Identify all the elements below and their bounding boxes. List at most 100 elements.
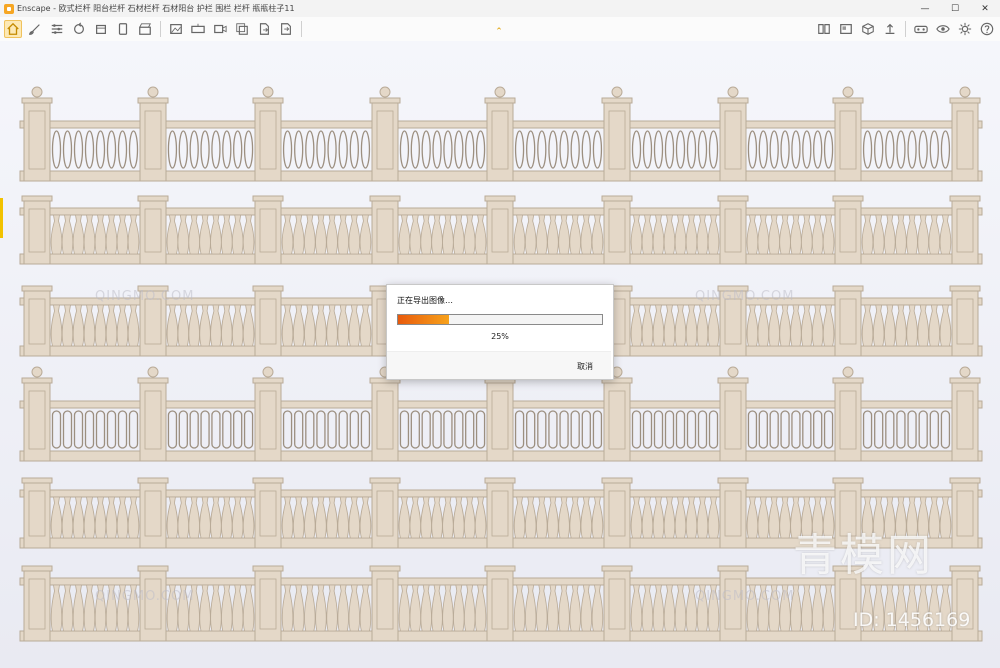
baluster: [221, 496, 233, 539]
brush-button[interactable]: [26, 20, 44, 38]
baluster: [779, 304, 791, 347]
post-ball: [31, 366, 43, 378]
baluster: [674, 584, 687, 632]
baluster: [675, 410, 686, 449]
export-progress-dialog: 正在导出图像… 25% 取消: [386, 284, 614, 380]
baluster: [292, 214, 305, 255]
post-cap: [369, 97, 401, 104]
baluster: [327, 130, 337, 169]
baluster: [802, 410, 812, 449]
baluster: [928, 214, 941, 255]
baluster: [242, 496, 255, 539]
baluster: [116, 214, 129, 255]
baluster: [641, 584, 654, 632]
image-export-button[interactable]: [167, 20, 185, 38]
baluster: [513, 496, 526, 539]
baluster: [779, 214, 791, 255]
collapse-toolbar-icon[interactable]: ⌃: [492, 27, 506, 37]
material-editor-button[interactable]: [837, 20, 855, 38]
baluster: [746, 496, 759, 539]
baluster: [463, 214, 476, 255]
baluster: [243, 410, 254, 449]
post-cap: [137, 565, 169, 572]
panorama-export-button[interactable]: [189, 20, 207, 38]
toolbar-left-group: [2, 19, 306, 39]
vr-headset-button[interactable]: [912, 20, 930, 38]
baluster: [570, 130, 580, 169]
post-cap: [252, 477, 284, 484]
home-button[interactable]: [4, 20, 22, 38]
baluster: [454, 130, 464, 169]
settings-gear-button[interactable]: [956, 20, 974, 38]
baluster: [178, 410, 188, 449]
post-ball: [31, 86, 43, 98]
baluster: [896, 130, 906, 169]
baluster: [432, 130, 442, 169]
batch-export-button[interactable]: [233, 20, 251, 38]
baluster: [641, 496, 654, 539]
baluster: [189, 130, 199, 169]
cube-button[interactable]: [859, 20, 877, 38]
baluster: [779, 496, 791, 539]
baluster: [61, 304, 74, 347]
eye-button[interactable]: [934, 20, 952, 38]
baluster: [707, 496, 720, 539]
baluster: [337, 304, 349, 347]
post-cap: [21, 195, 53, 202]
help-button[interactable]: [978, 20, 996, 38]
baluster: [465, 410, 475, 449]
baluster: [811, 304, 824, 347]
package-button[interactable]: [92, 20, 110, 38]
export-file-button[interactable]: [255, 20, 273, 38]
baluster: [166, 304, 179, 347]
post-cap: [832, 195, 864, 202]
post-cap: [601, 97, 633, 104]
baluster: [420, 214, 432, 255]
post-cap: [601, 565, 633, 572]
baluster: [95, 130, 106, 169]
cancel-button[interactable]: 取消: [577, 361, 593, 372]
settings-sliders-button[interactable]: [48, 20, 66, 38]
baluster: [747, 130, 758, 169]
baluster: [360, 410, 371, 449]
web-export-button[interactable]: [277, 20, 295, 38]
baluster: [940, 130, 951, 169]
baluster: [420, 496, 432, 539]
baluster: [696, 304, 709, 347]
baluster: [51, 410, 62, 449]
baluster: [558, 584, 570, 632]
post-ball: [147, 366, 159, 378]
upload-button[interactable]: [881, 20, 899, 38]
baluster: [758, 130, 768, 169]
baluster: [591, 584, 604, 632]
baluster: [294, 130, 304, 169]
baluster: [61, 214, 74, 255]
baluster: [410, 410, 420, 449]
railing-post: [603, 568, 631, 642]
clapperboard-button[interactable]: [136, 20, 154, 38]
baluster: [592, 130, 603, 169]
baluster: [474, 496, 487, 539]
baluster: [592, 410, 603, 449]
package-icon: [96, 24, 106, 34]
post-ball: [842, 86, 854, 98]
baluster: [338, 130, 348, 169]
baluster: [813, 410, 823, 449]
baluster: [697, 130, 708, 169]
baluster: [83, 496, 96, 539]
baluster: [349, 130, 359, 169]
maximize-button[interactable]: ☐: [940, 0, 970, 17]
baluster: [453, 584, 465, 632]
baluster: [896, 410, 906, 449]
minimize-button[interactable]: —: [910, 0, 940, 17]
baluster: [359, 584, 372, 632]
tablet-button[interactable]: [114, 20, 132, 38]
video-export-button[interactable]: [211, 20, 229, 38]
sync-button[interactable]: [70, 20, 88, 38]
post-cap: [484, 97, 516, 104]
baluster: [526, 410, 536, 449]
baluster: [127, 214, 140, 255]
baluster: [242, 304, 255, 347]
asset-library-button[interactable]: [815, 20, 833, 38]
close-button[interactable]: ✕: [970, 0, 1000, 17]
